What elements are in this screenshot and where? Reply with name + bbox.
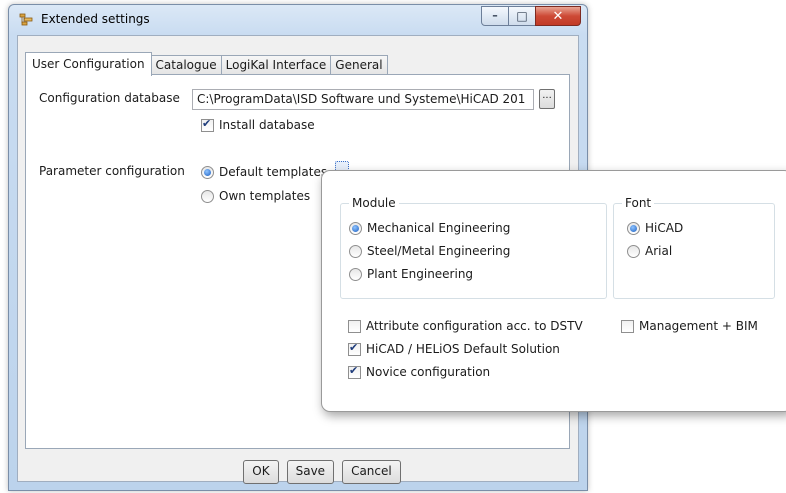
hicad-font-label: HiCAD [645,221,684,235]
window-title: Extended settings [41,12,150,26]
own-templates-radio[interactable] [201,189,214,203]
browse-button[interactable]: ... [539,89,555,109]
tab-catalogue[interactable]: Catalogue [150,55,222,76]
template-options-popup: Module Mechanical Engineering Steel/Meta… [321,170,786,412]
helios-default-checkbox[interactable] [348,341,361,356]
window-controls: – □ ✕ [481,6,581,26]
ok-button[interactable]: OK [243,460,279,484]
arial-font-label: Arial [645,244,673,258]
attribute-dstv-checkbox[interactable] [348,319,361,333]
font-option-arial[interactable]: Arial [627,244,672,258]
minimize-icon: – [492,9,498,22]
module-group: Module Mechanical Engineering Steel/Meta… [340,196,607,299]
close-button[interactable]: ✕ [535,6,581,26]
module-option-plant[interactable]: Plant Engineering [349,267,473,281]
default-templates-label: Default templates [219,165,328,179]
plant-radio[interactable] [349,267,362,281]
tab-logikal-interface[interactable]: LogiKal Interface [220,55,332,76]
font-option-hicad[interactable]: HiCAD [627,221,683,235]
cancel-button[interactable]: Cancel [342,460,401,484]
config-db-path-field[interactable]: C:\ProgramData\ISD Software und Systeme\… [192,89,534,110]
plant-label: Plant Engineering [367,267,474,281]
management-bim-label: Management + BIM [639,319,758,333]
novice-config-row[interactable]: Novice configuration [348,364,491,379]
maximize-button[interactable]: □ [508,6,536,26]
config-db-label: Configuration database [39,91,180,105]
novice-config-checkbox[interactable] [348,364,361,379]
font-group-title: Font [622,196,655,210]
attribute-dstv-label: Attribute configuration acc. to DSTV [366,319,583,333]
arial-font-radio[interactable] [627,244,640,258]
helios-default-label: HiCAD / HELiOS Default Solution [366,342,560,356]
steel-metal-label: Steel/Metal Engineering [367,244,511,258]
param-config-label: Parameter configuration [39,164,185,178]
mechanical-label: Mechanical Engineering [367,221,511,235]
default-templates-radio-row[interactable]: Default templates [201,165,327,179]
font-group: Font HiCAD Arial [613,196,775,299]
novice-config-label: Novice configuration [366,365,491,379]
dialog-buttons: OK Save Cancel [18,460,578,484]
default-templates-radio[interactable] [201,165,214,179]
module-option-mechanical[interactable]: Mechanical Engineering [349,221,510,235]
install-db-label: Install database [219,118,315,132]
save-button[interactable]: Save [286,460,335,484]
own-templates-radio-row[interactable]: Own templates [201,189,310,203]
helios-default-row[interactable]: HiCAD / HELiOS Default Solution [348,341,560,356]
management-bim-row[interactable]: Management + BIM [621,319,758,333]
maximize-icon: □ [516,9,528,23]
module-option-steel-metal[interactable]: Steel/Metal Engineering [349,244,510,258]
own-templates-label: Own templates [219,189,311,203]
install-db-checkbox[interactable] [201,117,214,132]
title-bar[interactable]: Extended settings – □ ✕ [9,5,587,33]
tab-general[interactable]: General [330,55,388,76]
steel-metal-radio[interactable] [349,244,362,258]
app-settings-icon [19,13,33,26]
attribute-dstv-row[interactable]: Attribute configuration acc. to DSTV [348,319,583,333]
module-group-title: Module [349,196,399,210]
tab-user-configuration[interactable]: User Configuration [25,52,152,76]
install-db-checkbox-row[interactable]: Install database [201,117,315,132]
hicad-font-radio[interactable] [627,221,640,235]
mechanical-radio[interactable] [349,221,362,235]
close-icon: ✕ [552,8,564,24]
tab-strip: User Configuration Catalogue LogiKal Int… [25,52,388,76]
management-bim-checkbox[interactable] [621,319,634,333]
minimize-button[interactable]: – [481,6,509,26]
